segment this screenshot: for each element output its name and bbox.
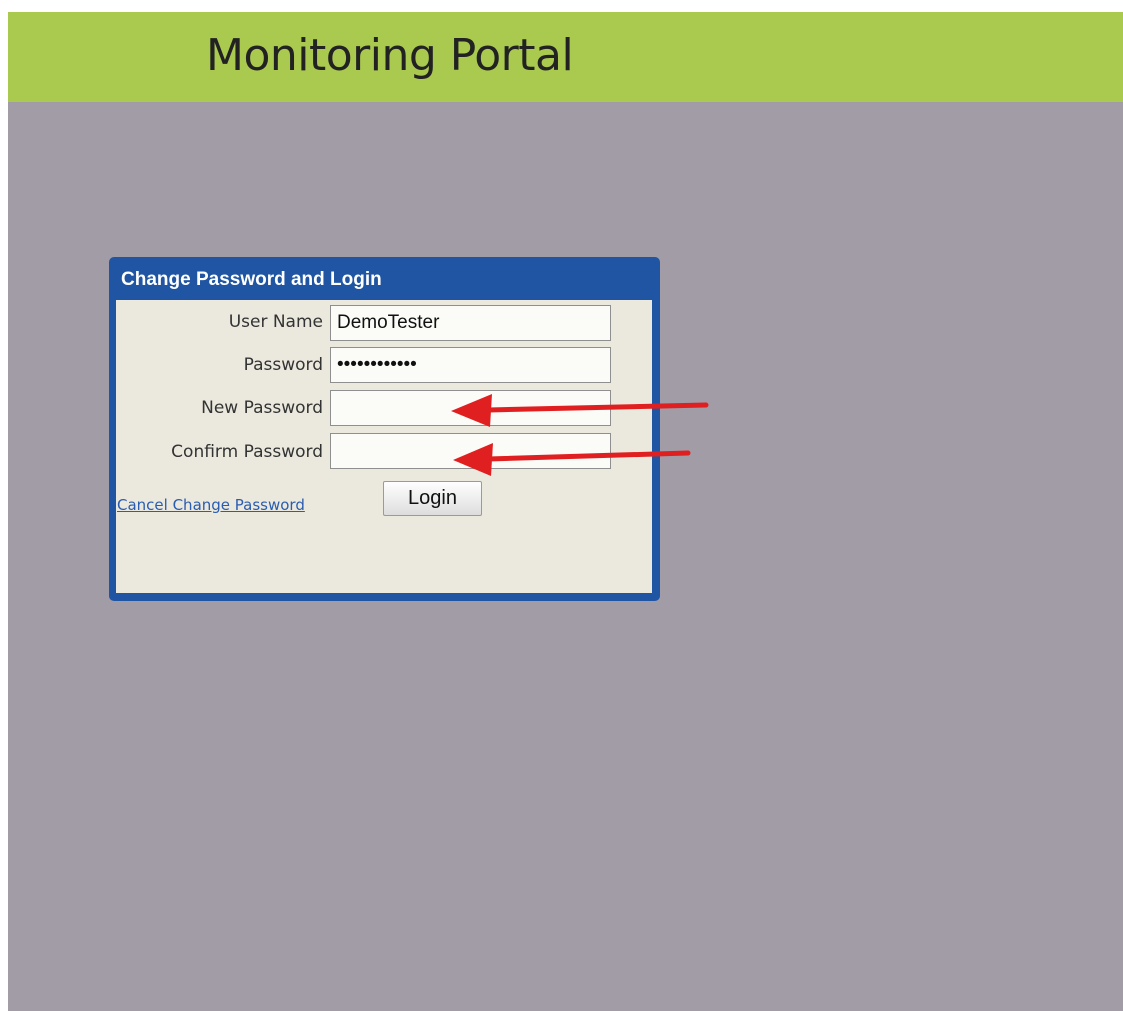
new-password-field[interactable] <box>330 390 611 426</box>
change-password-panel: Change Password and Login User Name Pass… <box>109 257 660 601</box>
panel-title: Change Password and Login <box>121 269 382 290</box>
password-label: Password <box>243 355 323 375</box>
username-label: User Name <box>228 312 323 332</box>
panel-body: User Name Password New Password Confirm … <box>116 300 652 593</box>
cancel-change-password-link[interactable]: Cancel Change Password <box>117 496 305 514</box>
login-button[interactable]: Login <box>383 481 482 516</box>
page-frame: Monitoring Portal Change Password and Lo… <box>8 12 1123 1011</box>
password-field[interactable] <box>330 347 611 383</box>
confirm-password-field[interactable] <box>330 433 611 469</box>
portal-header: Monitoring Portal <box>8 12 1123 102</box>
portal-title: Monitoring Portal <box>206 30 574 81</box>
username-field[interactable] <box>330 305 611 341</box>
new-password-label: New Password <box>201 398 323 418</box>
confirm-password-label: Confirm Password <box>171 442 323 462</box>
